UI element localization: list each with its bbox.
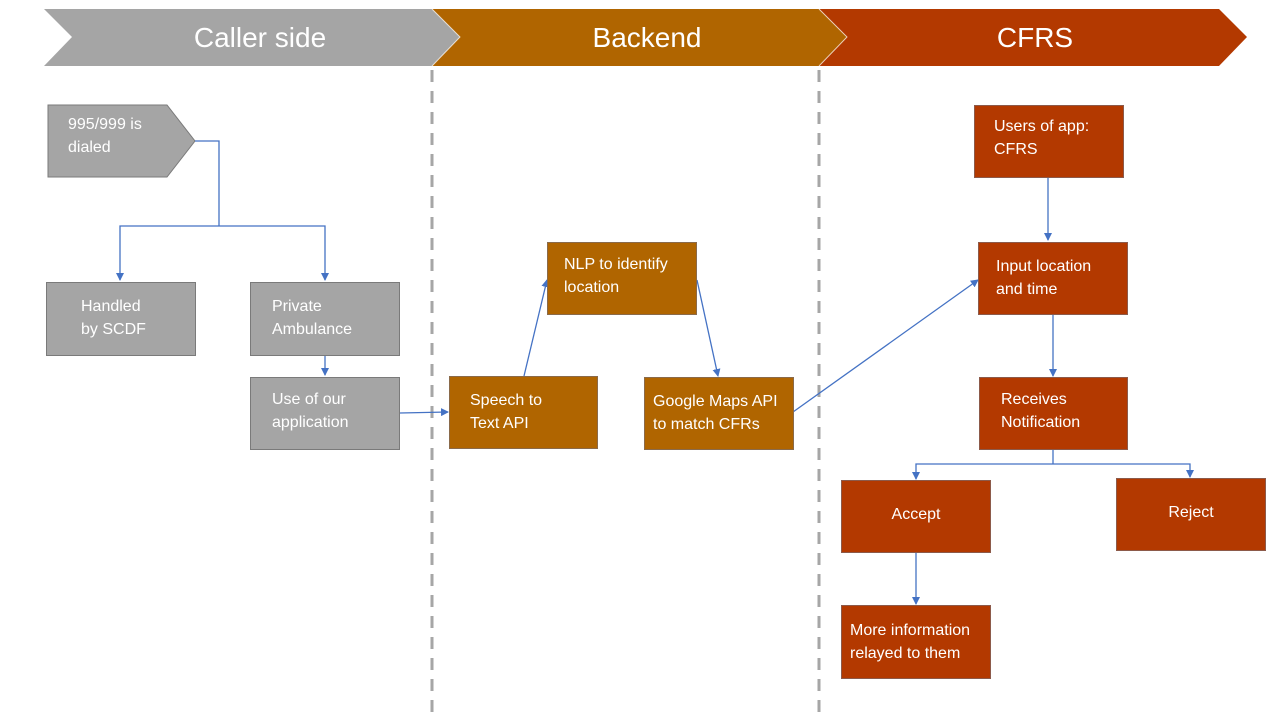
node-dialed-label: 995/999 is dialed <box>68 116 142 156</box>
node-users-of-app: Users of app: CFRS <box>974 105 1124 178</box>
edge-speech-to-nlp <box>523 279 550 377</box>
node-private-ambulance: Private Ambulance <box>250 282 400 356</box>
band-label-backend: Backend <box>592 22 702 53</box>
node-use-of-application: Use of our application <box>250 377 400 450</box>
node-receives-notification: Receives Notification <box>979 377 1128 450</box>
node-speech-to-text: Speech to Text API <box>449 376 598 449</box>
node-google-maps: Google Maps API to match CFRs <box>644 377 794 450</box>
node-more-information-label: More information relayed to them <box>850 622 971 662</box>
edge-nlp-to-google-maps <box>696 279 721 377</box>
node-nlp-label: NLP to identify location <box>564 256 668 296</box>
node-handled-by-scdf-label: Handled by SCDF <box>81 298 146 338</box>
node-google-maps-label: Google Maps API to match CFRs <box>653 393 778 433</box>
node-use-of-application-label: Use of our application <box>272 391 349 431</box>
node-nlp: NLP to identify location <box>547 242 697 315</box>
node-more-information: More information relayed to them <box>841 605 991 679</box>
band-label-caller-side: Caller side <box>193 22 327 53</box>
node-private-ambulance-label: Private Ambulance <box>272 298 353 338</box>
edge-notification-to-accept <box>912 463 1053 480</box>
edge-notification-to-reject <box>1053 463 1194 478</box>
edge-dialed-split <box>195 140 220 226</box>
edge-use-app-to-speech <box>399 408 449 417</box>
node-speech-to-text-label: Speech to Text API <box>470 392 543 432</box>
node-handled-by-scdf: Handled by SCDF <box>46 282 196 356</box>
node-users-of-app-label: Users of app: CFRS <box>994 118 1090 158</box>
node-receives-notification-label: Receives Notification <box>1001 391 1081 431</box>
flow-diagram: Caller side Backend CFRS 995/999 is dial… <box>0 0 1280 720</box>
node-reject: Reject <box>1116 478 1266 551</box>
node-reject-label: Reject <box>1168 504 1214 521</box>
node-accept: Accept <box>841 480 991 553</box>
edge-dialed-to-scdf <box>116 225 219 281</box>
edge-dialed-to-private-ambulance <box>219 225 329 281</box>
edge-google-maps-to-input-location <box>792 279 979 413</box>
node-accept-label: Accept <box>891 506 941 523</box>
node-input-location-label: Input location and time <box>996 258 1092 298</box>
node-dialed: 995/999 is dialed <box>48 105 168 177</box>
node-input-location: Input location and time <box>978 242 1128 315</box>
band-label-cfrs: CFRS <box>996 22 1074 53</box>
